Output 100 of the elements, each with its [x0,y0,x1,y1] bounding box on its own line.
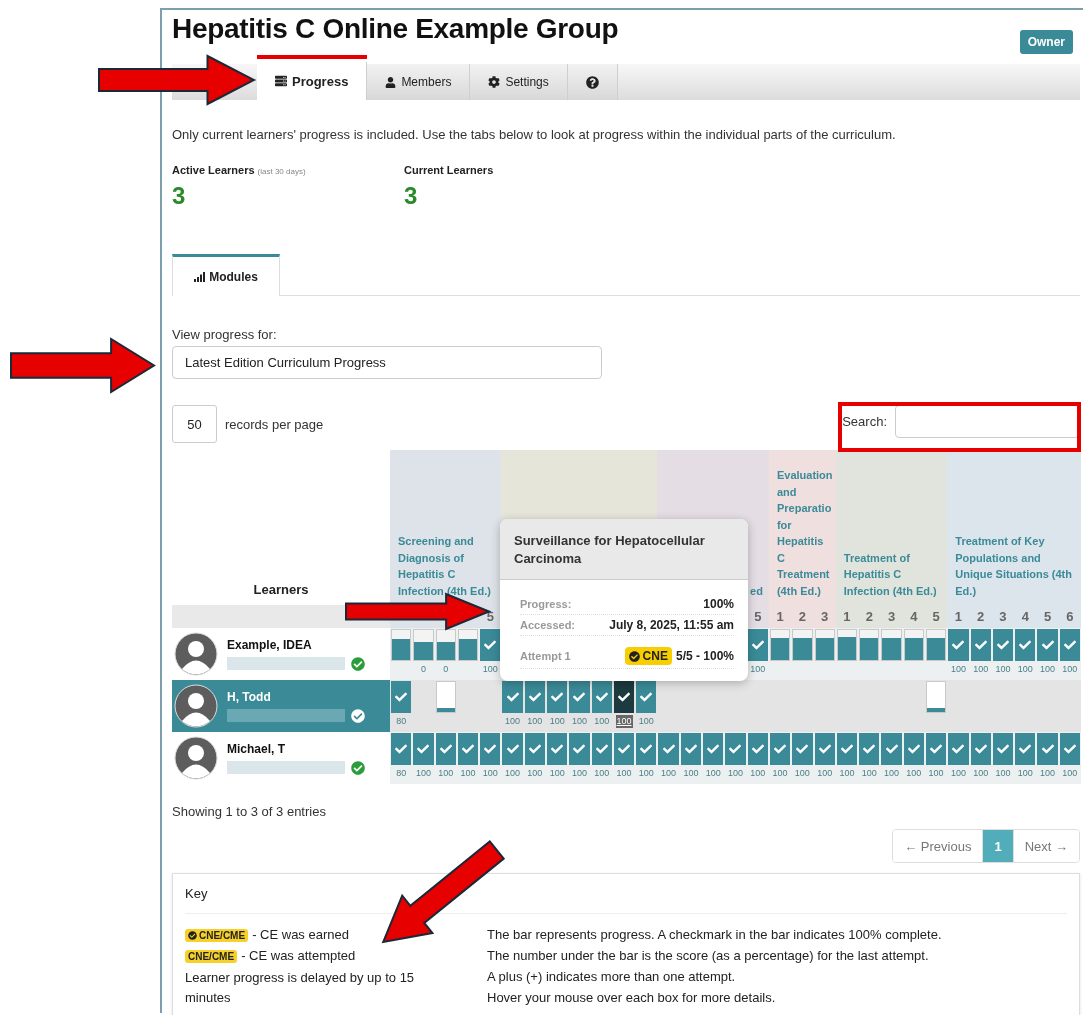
progress-cell[interactable] [457,733,479,765]
check-icon [618,691,631,703]
progress-bar[interactable] [881,629,902,661]
progress-cell[interactable] [569,681,590,713]
progress-cell[interactable] [524,733,546,765]
learner-cell[interactable]: H, Todd [172,680,390,732]
tab[interactable]: Modules [172,254,280,296]
progress-bar[interactable] [925,681,947,713]
progress-bar[interactable] [903,629,924,661]
progress-cell[interactable] [391,681,412,713]
progress-cell[interactable] [1015,733,1036,765]
progress-cell[interactable] [992,733,1014,765]
progress-cell[interactable] [1059,629,1080,661]
score-text: 100 [816,767,834,780]
progress-cell[interactable] [1015,629,1036,661]
score-text: 100 [771,767,789,780]
progress-cell[interactable] [613,681,635,713]
tab[interactable]: Settings [470,64,568,100]
score-text: 100 [749,767,767,780]
progress-bar[interactable] [435,681,456,713]
progress-cell[interactable] [925,733,947,765]
score-text: 100 [526,767,544,780]
check-icon [595,691,608,703]
progress-cell[interactable] [948,629,969,661]
progress-cell[interactable] [613,733,635,765]
progress-cell[interactable] [636,681,657,713]
progress-cell[interactable] [859,733,880,765]
progress-cell[interactable] [836,733,858,765]
progress-cell[interactable] [680,733,702,765]
tab[interactable]: Members [367,64,471,100]
progress-cell[interactable] [435,733,456,765]
score-text: 100 [459,767,477,780]
tooltip-title: Surveillance for Hepatocellular Carcinoma [514,533,705,566]
progress-cell[interactable] [1037,733,1058,765]
progress-cell[interactable] [480,629,501,661]
page-button[interactable]: Next → [1012,830,1079,862]
progress-cell[interactable] [970,733,991,765]
score-text: 100 [548,715,566,728]
progress-cell[interactable] [658,733,679,765]
progress-cell[interactable] [747,733,768,765]
module-title[interactable]: Treatment of Key Populations and Unique Situations (4th Ed.) [947,533,1081,605]
progress-cell[interactable] [1059,733,1080,765]
check-icon [863,743,876,755]
progress-cell[interactable] [769,733,791,765]
progress-bar[interactable] [457,629,479,661]
progress-cell[interactable] [547,733,568,765]
tooltip-value: 5/5 - 100% [675,649,734,663]
progress-bar[interactable] [769,629,791,661]
check-icon [1019,639,1032,651]
progress-cell[interactable] [524,681,546,713]
progress-cell[interactable] [569,733,590,765]
progress-cell[interactable] [547,681,568,713]
progress-bar[interactable] [391,629,412,661]
progress-cell[interactable] [391,733,412,765]
lesson-number: 4 [910,609,918,624]
progress-cell[interactable] [636,733,657,765]
progress-cell[interactable] [591,733,612,765]
key-note: Learner progress is delayed by up to 15 minutes [185,969,416,1007]
progress-cell[interactable] [703,733,724,765]
server-icon [275,75,287,87]
tab[interactable] [567,64,618,100]
progress-cell[interactable] [413,733,434,765]
progress-cell[interactable] [992,629,1014,661]
progress-cell[interactable] [502,681,523,713]
progress-bar[interactable] [413,629,434,661]
progress-cell[interactable] [591,681,612,713]
progress-bar[interactable] [814,629,835,661]
check-icon [996,743,1009,755]
settings-icon [488,76,501,88]
check-icon [1063,639,1076,651]
score-text: 100 [504,767,522,780]
check-icon [751,743,764,755]
stat-label: Active Learners [172,164,255,176]
progress-cell[interactable] [948,733,969,765]
progress-bar[interactable] [792,629,813,661]
progress-cell[interactable] [747,629,768,661]
progress-cell[interactable] [480,733,501,765]
progress-bar[interactable] [859,629,880,661]
progress-cell[interactable] [814,733,835,765]
curriculum-select[interactable]: Latest Edition Curriculum Progress [172,346,602,379]
entries-info: Showing 1 to 3 of 3 entries [172,804,327,819]
page-button[interactable]: 1 [982,830,1013,862]
records-input[interactable]: 50 [172,405,217,443]
tooltip-value: 100% [703,597,734,611]
progress-cell[interactable] [881,733,902,765]
check-icon [551,743,564,755]
progress-cell[interactable] [725,733,746,765]
progress-cell[interactable] [792,733,813,765]
progress-bar[interactable] [925,629,947,661]
progress-bar[interactable] [836,629,858,661]
lesson-number: 3 [821,609,829,624]
check-icon [506,691,519,703]
progress-cell[interactable] [970,629,991,661]
score-text: 100 [838,767,856,780]
score-text: 100 [1016,663,1034,676]
progress-cell[interactable] [903,733,924,765]
progress-cell[interactable] [1037,629,1058,661]
progress-cell[interactable] [502,733,523,765]
tab[interactable]: Progress [257,62,368,100]
progress-bar[interactable] [435,629,456,661]
